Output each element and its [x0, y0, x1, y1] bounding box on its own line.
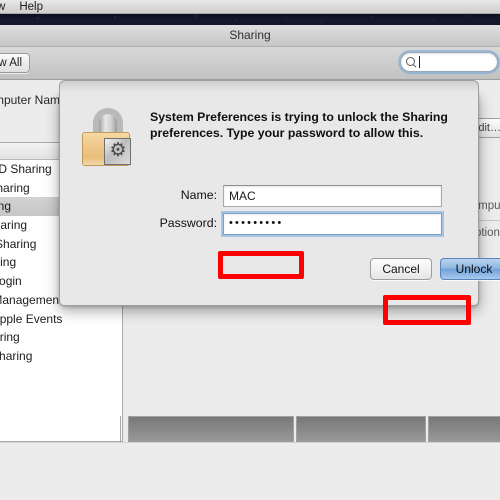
window-titlebar: Sharing — [0, 25, 500, 47]
password-field[interactable]: ••••••••• — [223, 213, 442, 235]
window-toolbar: Show All — [0, 47, 500, 80]
unlock-button[interactable]: Unlock — [440, 258, 500, 280]
name-row: Name: MAC — [181, 185, 442, 207]
name-field[interactable]: MAC — [223, 185, 442, 207]
password-row: Password: ••••••••• — [160, 213, 442, 235]
password-label: Password: — [159, 216, 217, 230]
search-icon — [405, 56, 418, 69]
page-title: Sharing — [229, 28, 271, 42]
window-bottom-bar — [0, 442, 500, 500]
search-input[interactable] — [400, 52, 498, 72]
service-item[interactable]: Internet Sharing — [0, 347, 122, 366]
menu-help[interactable]: Help — [12, 0, 50, 14]
screen: w Help Sharing Show All Computer Name: M… — [0, 0, 500, 500]
show-all-button[interactable]: Show All — [0, 53, 30, 73]
desktop-wallpaper — [0, 14, 500, 25]
gear-icon: ⚙ — [104, 138, 131, 165]
menu-window-clipped[interactable]: w — [0, 0, 12, 14]
sheet-top-edge — [59, 80, 479, 93]
service-item[interactable]: Xgrid Sharing — [0, 328, 122, 347]
menu-bar: w Help — [0, 0, 500, 14]
service-item[interactable]: Remote Apple Events — [0, 310, 122, 329]
name-label: Name: — [180, 188, 217, 202]
dialog-message: System Preferences is trying to unlock t… — [150, 110, 448, 141]
lock-with-gear-badge-icon: ⚙ — [80, 108, 136, 166]
unlock-dialog: ⚙ System Preferences is trying to unlock… — [59, 80, 500, 306]
search-caret — [419, 56, 420, 68]
dialog-buttons: Cancel Unlock — [370, 258, 500, 280]
cancel-button[interactable]: Cancel — [370, 258, 432, 280]
